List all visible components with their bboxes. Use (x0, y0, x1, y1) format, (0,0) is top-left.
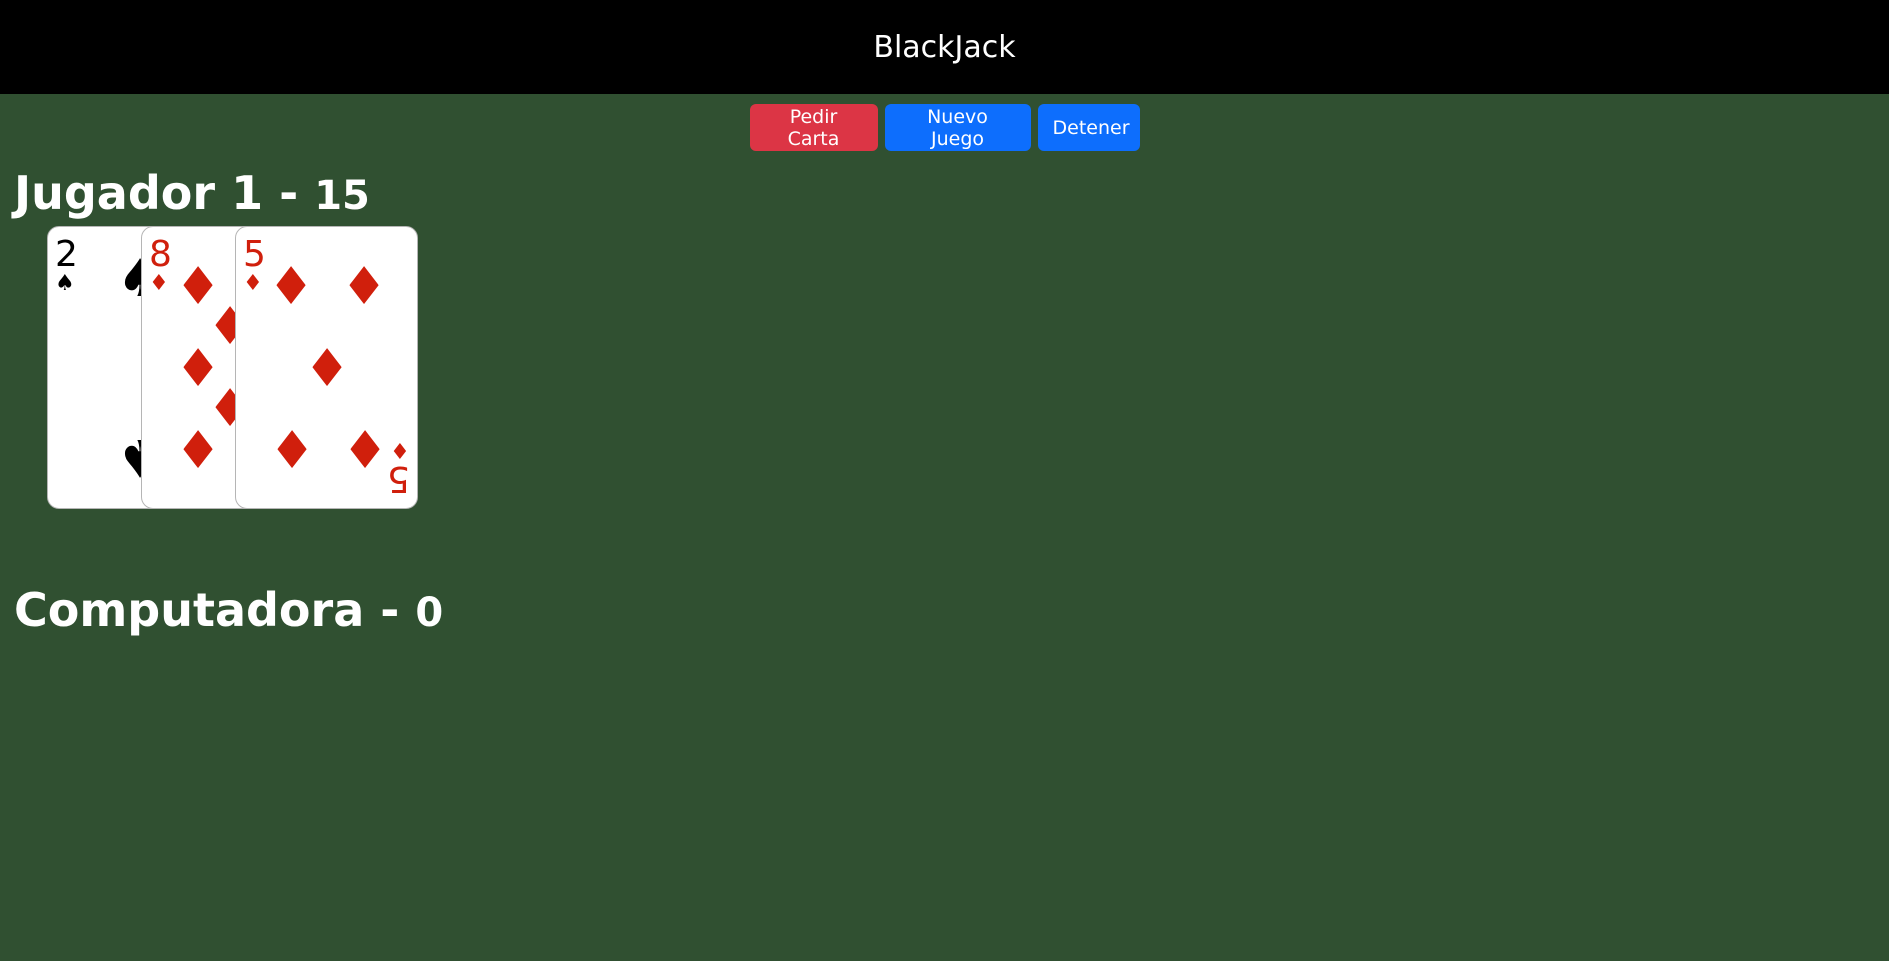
player-hand: 2 ♠ ♠ ♠ 8 ♦ ♦ ♦ ♦ ♦ ♦ 5 ♦ ♦ ♦ ♦ ♦ ♦ ♦ 5 (14, 226, 418, 512)
computer-area: Computadora - 0 (14, 587, 443, 919)
card-rank: 5 (243, 234, 266, 275)
diamond-icon: ♦ (303, 339, 351, 399)
player-name: Jugador 1 (14, 166, 264, 220)
computer-score: 0 (415, 590, 444, 636)
player-area: Jugador 1 - 15 2 ♠ ♠ ♠ 8 ♦ ♦ ♦ ♦ ♦ ♦ 5 ♦… (14, 170, 418, 512)
player-score: 15 (314, 173, 370, 219)
player-separator: - (279, 166, 299, 220)
card-5-diamonds: 5 ♦ ♦ ♦ ♦ ♦ ♦ ♦ 5 (235, 226, 418, 509)
card-rank: 8 (149, 234, 172, 275)
diamond-icon: ♦ (243, 271, 263, 296)
diamond-icon: ♦ (174, 421, 222, 481)
nuevo-juego-button[interactable]: Nuevo Juego (884, 104, 1031, 151)
detener-button[interactable]: Detener (1037, 104, 1140, 151)
diamond-icon: ♦ (341, 421, 389, 481)
diamond-icon: ♦ (267, 257, 315, 317)
player-heading: Jugador 1 - 15 (14, 170, 370, 216)
computer-heading: Computadora - 0 (14, 587, 443, 633)
computer-hand (14, 633, 443, 919)
computer-name: Computadora (14, 583, 365, 637)
card-rank: 2 (55, 234, 78, 275)
diamond-icon: ♦ (390, 437, 410, 462)
diamond-icon: ♦ (268, 421, 316, 481)
top-bar: BlackJack (0, 0, 1889, 94)
diamond-icon: ♦ (340, 257, 388, 317)
spade-icon: ♠ (55, 271, 75, 296)
toolbar: Pedir Carta Nuevo Juego Detener (0, 104, 1889, 153)
computer-separator: - (380, 583, 400, 637)
pedir-carta-button[interactable]: Pedir Carta (749, 104, 878, 151)
app-title: BlackJack (873, 29, 1016, 65)
card-rank: 5 (387, 458, 410, 499)
diamond-icon: ♦ (149, 271, 169, 296)
